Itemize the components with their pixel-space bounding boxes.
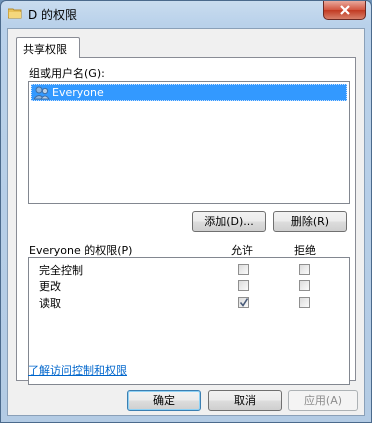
group-list-label: 组或用户名(G): <box>29 67 105 80</box>
deny-checkbox-change[interactable] <box>299 280 310 291</box>
dialog-body: 共享权限 组或用户名(G): Everyone 添加(D)... 删除(R) E… <box>7 28 365 416</box>
title-bar[interactable]: D 的权限 <box>1 1 371 27</box>
allow-checkbox-change[interactable] <box>238 280 249 291</box>
permission-name: 更改 <box>39 280 61 293</box>
list-item-everyone[interactable]: Everyone <box>31 84 347 101</box>
help-link[interactable]: 了解访问控制和权限 <box>28 362 127 378</box>
ok-button[interactable]: 确定 <box>127 390 201 411</box>
user-group-icon <box>34 86 50 100</box>
apply-button[interactable]: 应用(A) <box>288 390 358 411</box>
user-list[interactable]: Everyone <box>28 81 350 204</box>
deny-checkbox-full-control[interactable] <box>299 264 310 275</box>
allow-checkbox-full-control[interactable] <box>238 264 249 275</box>
deny-header: 拒绝 <box>294 244 316 257</box>
permissions-label: Everyone 的权限(P) <box>29 244 133 257</box>
permission-name: 读取 <box>39 297 61 310</box>
tab-label: 共享权限 <box>23 43 67 56</box>
user-name: Everyone <box>52 86 104 99</box>
allow-header: 允许 <box>231 244 253 257</box>
add-button[interactable]: 添加(D)... <box>192 211 266 232</box>
tab-panel: 组或用户名(G): Everyone 添加(D)... 删除(R) Everyo… <box>16 57 356 385</box>
checkmark-icon <box>240 298 248 307</box>
close-button[interactable] <box>323 1 366 20</box>
permissions-dialog: D 的权限 共享权限 组或用户名(G): Everyone 添加(D)... 删… <box>0 0 372 423</box>
cancel-button[interactable]: 取消 <box>208 390 282 411</box>
deny-checkbox-read[interactable] <box>299 297 310 308</box>
window-title: D 的权限 <box>28 8 78 22</box>
tab-share-permissions[interactable]: 共享权限 <box>16 37 80 58</box>
close-icon <box>340 5 350 15</box>
allow-checkbox-read[interactable] <box>238 297 249 308</box>
remove-button[interactable]: 删除(R) <box>273 211 347 232</box>
permission-name: 完全控制 <box>39 264 83 277</box>
folder-icon <box>7 7 22 19</box>
